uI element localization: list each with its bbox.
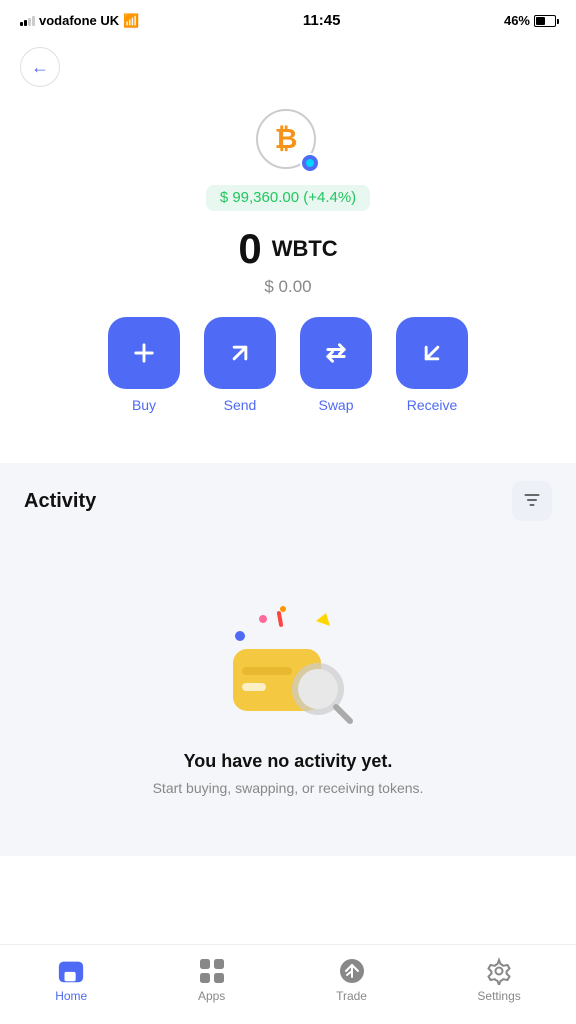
receive-button[interactable] <box>396 317 468 389</box>
token-section: ₿ $ 99,360.00 (+4.4%) 0 WBTC $ 0.00 <box>0 99 576 463</box>
swap-icon <box>322 339 350 367</box>
send-icon <box>226 339 254 367</box>
empty-state: You have no activity yet. Start buying, … <box>24 551 552 836</box>
back-arrow-icon: ← <box>31 57 49 78</box>
back-button[interactable]: ← <box>20 47 60 87</box>
balance-amount: 0 <box>238 225 261 273</box>
send-label: Send <box>224 397 257 413</box>
empty-state-svg <box>208 571 368 731</box>
trade-nav-label: Trade <box>336 989 367 1003</box>
balance-unit: WBTC <box>272 236 338 262</box>
receive-button-wrapper: Receive <box>396 317 468 413</box>
swap-button[interactable] <box>300 317 372 389</box>
carrier-text: vodafone UK <box>39 13 119 28</box>
home-nav-label: Home <box>55 989 87 1003</box>
filter-button[interactable] <box>512 481 552 521</box>
send-button[interactable] <box>204 317 276 389</box>
status-bar: vodafone UK 📶 11:45 46% <box>0 0 576 35</box>
battery-text: 46% <box>504 13 530 28</box>
balance-row: 0 WBTC <box>238 225 337 273</box>
empty-illustration <box>208 571 368 731</box>
carrier-info: vodafone UK 📶 <box>20 13 139 29</box>
empty-title: You have no activity yet. <box>184 751 393 772</box>
activity-header: Activity <box>24 481 552 521</box>
filter-icon <box>522 490 542 513</box>
status-time: 11:45 <box>303 12 341 29</box>
buy-button-wrapper: Buy <box>108 317 180 413</box>
buy-label: Buy <box>132 397 156 413</box>
trade-icon <box>338 957 366 985</box>
apps-icon <box>198 957 226 985</box>
buy-button[interactable] <box>108 317 180 389</box>
swap-label: Swap <box>318 397 353 413</box>
activity-title: Activity <box>24 490 96 513</box>
nav-item-settings[interactable]: Settings <box>461 951 536 1009</box>
section-divider <box>0 463 576 471</box>
trade-nav-icon <box>338 957 366 985</box>
empty-subtitle: Start buying, swapping, or receiving tok… <box>153 780 424 796</box>
receive-icon <box>418 339 446 367</box>
battery-info: 46% <box>504 13 556 28</box>
price-text: $ 99,360.00 (+4.4%) <box>220 189 356 206</box>
battery-icon <box>534 15 556 27</box>
apps-nav-icon <box>198 957 226 985</box>
settings-nav-label: Settings <box>477 989 520 1003</box>
activity-section: Activity <box>0 471 576 856</box>
apps-nav-label: Apps <box>198 989 225 1003</box>
balance-usd: $ 0.00 <box>264 277 311 297</box>
main-content: ← ₿ $ 99,360.00 (+4.4%) 0 WBTC $ 0.00 <box>0 35 576 979</box>
settings-icon <box>485 957 513 985</box>
token-network-badge <box>300 153 320 173</box>
bitcoin-symbol-icon: ₿ <box>275 123 298 155</box>
nav-item-trade[interactable]: Trade <box>320 951 383 1009</box>
token-icon-wrapper: ₿ <box>256 109 320 173</box>
bottom-nav: Home Apps Trade <box>0 944 576 1024</box>
action-buttons: Buy Send <box>88 317 488 413</box>
token-badge-dot <box>306 159 314 167</box>
swap-button-wrapper: Swap <box>300 317 372 413</box>
price-badge: $ 99,360.00 (+4.4%) <box>206 185 370 211</box>
wifi-icon: 📶 <box>123 13 139 29</box>
home-nav-icon <box>57 957 85 985</box>
nav-item-apps[interactable]: Apps <box>182 951 242 1009</box>
header: ← <box>0 35 576 99</box>
nav-item-home[interactable]: Home <box>39 951 103 1009</box>
plus-icon <box>130 339 158 367</box>
signal-icon <box>20 16 35 26</box>
receive-label: Receive <box>407 397 458 413</box>
settings-nav-icon <box>485 957 513 985</box>
send-button-wrapper: Send <box>204 317 276 413</box>
home-icon <box>57 957 85 985</box>
